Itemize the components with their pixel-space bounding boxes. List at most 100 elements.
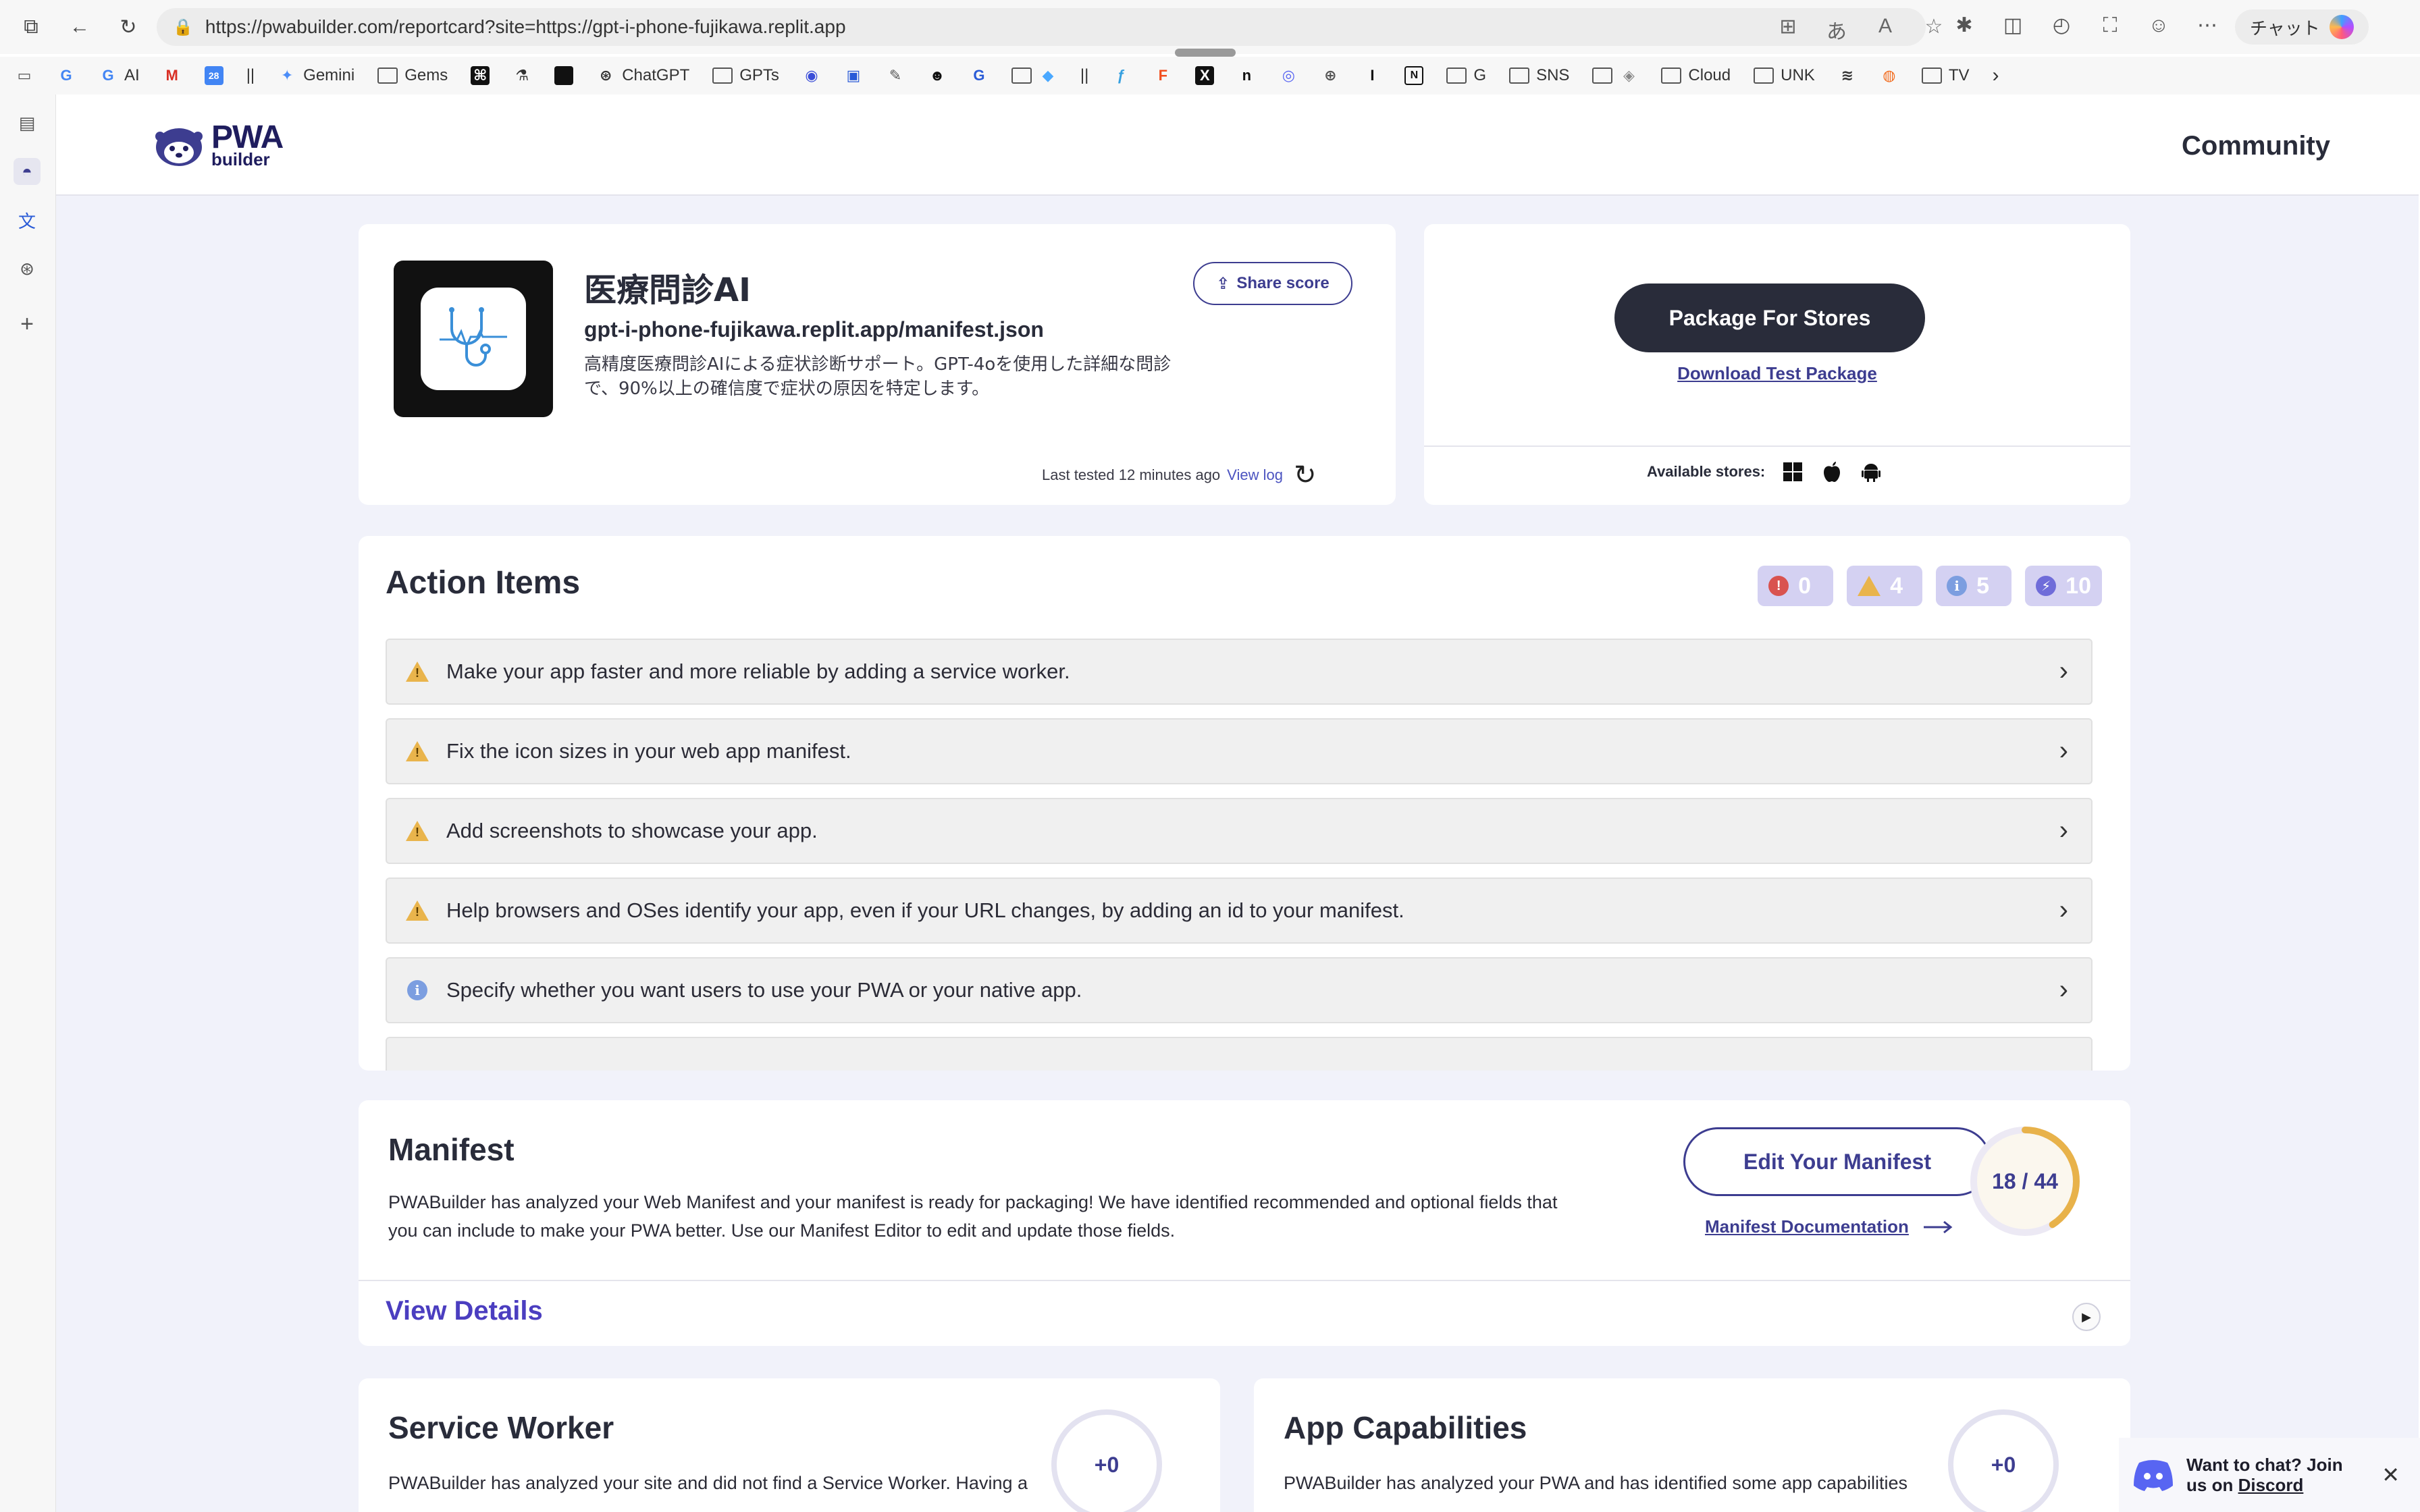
package-for-stores-button[interactable]: Package For Stores [1614,284,1925,352]
download-test-package-link[interactable]: Download Test Package [1424,363,2130,384]
action-item-row[interactable]: i Specify whether you want users to use … [386,957,2093,1023]
enhancement-count-badge[interactable]: ⚡ 10 [2025,566,2102,606]
bookmark-item[interactable]: TV [1921,66,1969,85]
app-name: 医療問診AI [584,271,752,309]
bookmark-item[interactable]: ƒ [1111,66,1130,85]
bookmark-item[interactable]: X [1195,66,1215,85]
manifest-documentation-link[interactable]: Manifest Documentation [1705,1216,1955,1237]
bookmarks-overflow-icon[interactable]: › [1992,64,1999,87]
tab-actions-icon[interactable]: ⧉ [18,14,45,40]
profile-avatar-icon[interactable]: ☺ [2146,14,2172,37]
bookmark-item[interactable]: GPTs [712,66,779,85]
bookmark-item[interactable]: ◈ [1592,66,1638,85]
discord-link[interactable]: Discord [2238,1475,2304,1495]
bookmark-item[interactable]: ⌘ [471,66,490,85]
warning-count: 4 [1890,572,1903,599]
address-bar[interactable]: 🔒 https://pwabuilder.com/reportcard?site… [157,8,1926,46]
drag-handle[interactable] [1175,49,1236,57]
tabs-icon[interactable]: ▤ [14,109,41,136]
discord-chat-prompt[interactable]: Want to chat? Join us on Discord ✕ [2119,1438,2420,1512]
favorite-star-icon[interactable]: ☆ [1922,15,1946,45]
view-details-link[interactable]: View Details [386,1296,543,1326]
available-stores: Available stores: [1647,460,1883,483]
browser-sidebar: ▤ ◓ 文 ⊛ + [0,94,55,1512]
warning-icon: ! [406,660,429,683]
bookmark-item[interactable]: ✦ Gemini [278,66,354,85]
bookmark-item[interactable]: ⊕ [1321,66,1340,85]
info-icon: i [1947,576,1968,596]
screenshot-icon[interactable]: ⛶ [2097,14,2123,37]
pwabuilder-tab-icon[interactable]: ◓ [14,158,41,185]
bookmark-label: AI [124,66,140,84]
close-icon[interactable]: ✕ [2382,1462,2400,1488]
app-capabilities-title: App Capabilities [1284,1410,1527,1445]
divider [359,1280,2130,1281]
bookmark-item[interactable]: || [246,66,255,85]
retest-refresh-icon[interactable]: ↻ [1294,462,1317,489]
bookmark-item[interactable]: ◉ [802,66,821,85]
bookmark-item[interactable]: n [1237,66,1256,85]
error-count-badge[interactable]: ! 0 [1758,566,1834,606]
warning-count-badge[interactable]: 4 [1847,566,1923,606]
action-item-row[interactable]: ! Add screenshots to showcase your app. … [386,798,2093,864]
bookmark-item[interactable]: G AI [99,66,140,85]
pwabuilder-logo[interactable]: PWA builder [151,121,284,168]
extensions-icon[interactable]: ✱ [1951,14,1977,37]
bookmark-item[interactable]: ✎ [886,66,905,85]
bookmark-item[interactable]: ≋ [1838,66,1857,85]
translate-icon[interactable]: あ [1824,15,1849,45]
translate-icon[interactable]: 文 [14,207,41,234]
bookmark-item[interactable]: G [57,66,76,85]
bookmark-item[interactable]: M [163,66,182,85]
app-icon: ◉ [805,67,818,84]
calendar-icon: 28 [204,66,223,85]
bookmark-item[interactable]: ▣ [844,66,863,85]
info-count-badge[interactable]: i 5 [1936,566,2012,606]
bookmark-item[interactable]: ⚗ [512,66,531,85]
action-item-text: Specify whether you want users to use yo… [446,978,1082,1002]
action-item-row[interactable]: ! Fix the icon sizes in your web app man… [386,718,2093,784]
back-icon[interactable]: ← [66,14,93,40]
refresh-icon[interactable]: ↻ [115,14,142,40]
more-icon[interactable]: ⋯ [2194,14,2220,37]
openai-icon[interactable]: ⊛ [14,255,41,282]
bookmark-item[interactable]: Gems [377,66,448,85]
bookmark-item[interactable]: SNS [1509,66,1569,85]
edit-manifest-button[interactable]: Edit Your Manifest [1683,1127,1991,1196]
app-icon: ƒ [1117,67,1126,84]
action-item-row[interactable]: ! Help browsers and OSes identify your a… [386,878,2093,944]
available-stores-label: Available stores: [1647,463,1766,480]
action-item-row-partial[interactable] [386,1037,2093,1071]
bookmark-item[interactable]: ☻ [928,66,947,85]
bookmark-item[interactable]: ▭ [15,66,34,85]
bookmark-item[interactable]: N [1404,66,1424,85]
bookmark-item[interactable]: UNK [1754,66,1815,85]
copilot-chat-button[interactable]: チャット [2235,9,2369,45]
read-aloud-icon[interactable]: A [1873,15,1897,45]
community-link[interactable]: Community [2182,131,2330,161]
bookmark-item[interactable]: 28 [204,66,223,85]
bookmark-item[interactable]: G [970,66,989,85]
folder-icon [1661,68,1682,84]
expand-triangle-icon[interactable]: ▶ [2072,1303,2101,1331]
add-icon[interactable]: + [14,310,41,338]
bookmark-item[interactable]: I [1363,66,1382,85]
bookmark-item[interactable]: F [1153,66,1172,85]
view-log-link[interactable]: View log [1227,466,1283,484]
bookmark-item[interactable]: ◆ [1011,66,1057,85]
bookmark-item[interactable]: G [1446,66,1486,85]
android-icon [1860,460,1883,483]
bookmark-item[interactable] [554,66,574,85]
x-icon: X [1195,66,1215,85]
share-score-button[interactable]: ⇪ Share score [1193,262,1352,305]
bookmark-item[interactable]: Cloud [1661,66,1731,85]
history-icon[interactable]: ◴ [2049,14,2074,37]
bookmark-item[interactable]: ◍ [1880,66,1899,85]
split-screen-icon[interactable]: ◫ [2000,14,2026,37]
apps-icon[interactable]: ⊞ [1776,15,1800,45]
bookmark-item[interactable]: ⊛ ChatGPT [596,66,689,85]
bookmark-item[interactable]: || [1080,66,1088,85]
chevron-right-icon: › [2059,975,2068,1004]
action-item-row[interactable]: ! Make your app faster and more reliable… [386,639,2093,705]
bookmark-item[interactable]: ◎ [1279,66,1298,85]
